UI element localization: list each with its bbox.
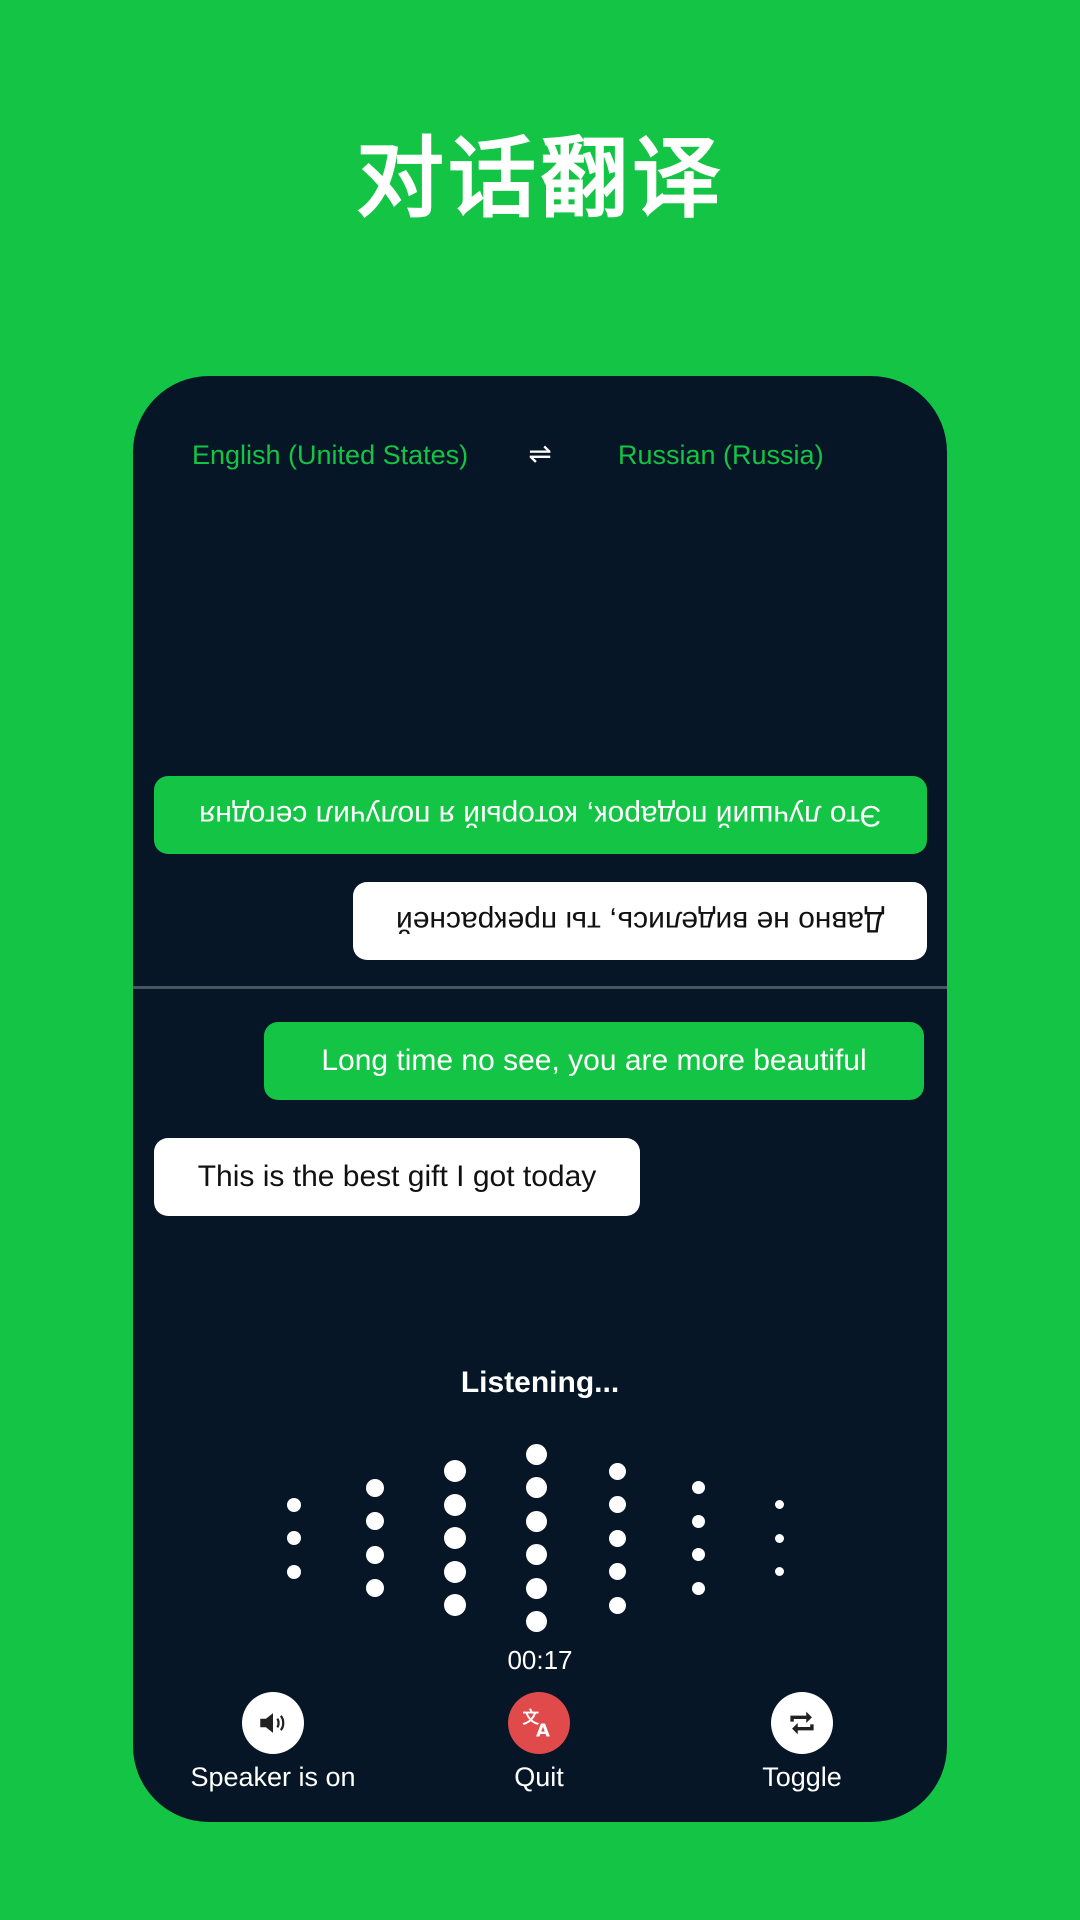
waveform-dot — [691, 1548, 705, 1562]
message-bubble-bottom-2: This is the best gift I got today — [154, 1138, 640, 1216]
translate-icon: 文 A — [523, 1707, 551, 1742]
message-bubble-top-2: Давно не виделись, ты прекрасней — [353, 882, 927, 960]
waveform-dot — [525, 1477, 547, 1499]
message-bubble-bottom-1: Long time no see, you are more beautiful — [264, 1022, 924, 1100]
waveform-dot — [525, 1544, 547, 1566]
waveform-dot — [287, 1564, 301, 1579]
toggle-label: Toggle — [762, 1762, 842, 1792]
waveform-dot — [691, 1481, 705, 1495]
speaker-icon — [260, 1713, 285, 1733]
source-language[interactable]: English (United States) — [192, 440, 468, 471]
listening-status: Listening... — [460, 1366, 620, 1399]
divider — [133, 986, 947, 989]
message-text: Long time no see, you are more beautiful — [321, 1044, 867, 1077]
quit-button[interactable]: 文 A — [508, 1692, 570, 1754]
waveform-dot — [287, 1497, 301, 1512]
waveform-dot — [444, 1560, 466, 1583]
waveform-dot — [691, 1514, 705, 1528]
waveform-dot — [691, 1581, 705, 1595]
page-title: 对话翻译 — [355, 127, 724, 230]
message-text: Давно не виделись, ты прекрасней — [395, 905, 885, 938]
waveform-dot — [366, 1478, 384, 1497]
waveform-dot — [774, 1533, 784, 1543]
target-language[interactable]: Russian (Russia) — [618, 440, 824, 471]
message-text: Это лучший подарок, который я получил се… — [199, 799, 882, 832]
waveform-dot — [525, 1611, 547, 1633]
waveform-dot — [608, 1596, 626, 1614]
waveform-dot — [525, 1443, 547, 1465]
waveform-dot — [366, 1545, 384, 1564]
swap-arrows-icon[interactable]: ⇌ — [524, 438, 556, 470]
message-text: This is the best gift I got today — [197, 1160, 597, 1193]
waveform-dot — [608, 1462, 626, 1480]
quit-label: Quit — [514, 1762, 564, 1792]
waveform-dot — [444, 1527, 466, 1549]
svg-text:A: A — [536, 1721, 550, 1742]
waveform-dot — [774, 1500, 784, 1509]
waveform-dot — [525, 1577, 547, 1599]
toggle-button[interactable] — [771, 1692, 833, 1754]
recording-timer: 00:17 — [507, 1645, 573, 1675]
waveform-dot — [608, 1563, 626, 1580]
waveform-dot — [287, 1531, 301, 1545]
waveform-dot — [444, 1594, 466, 1616]
speaker-label: Speaker is on — [190, 1762, 356, 1792]
waveform-dot — [525, 1510, 547, 1532]
waveform-dot — [608, 1496, 626, 1513]
waveform-dot — [608, 1529, 626, 1547]
waveform-dot — [774, 1567, 784, 1576]
speaker-button[interactable] — [242, 1692, 304, 1754]
waveform-dot — [444, 1493, 466, 1516]
message-bubble-top-1: Это лучший подарок, который я получил се… — [154, 776, 927, 854]
repeat-icon — [790, 1711, 814, 1735]
waveform-dot — [444, 1460, 466, 1482]
